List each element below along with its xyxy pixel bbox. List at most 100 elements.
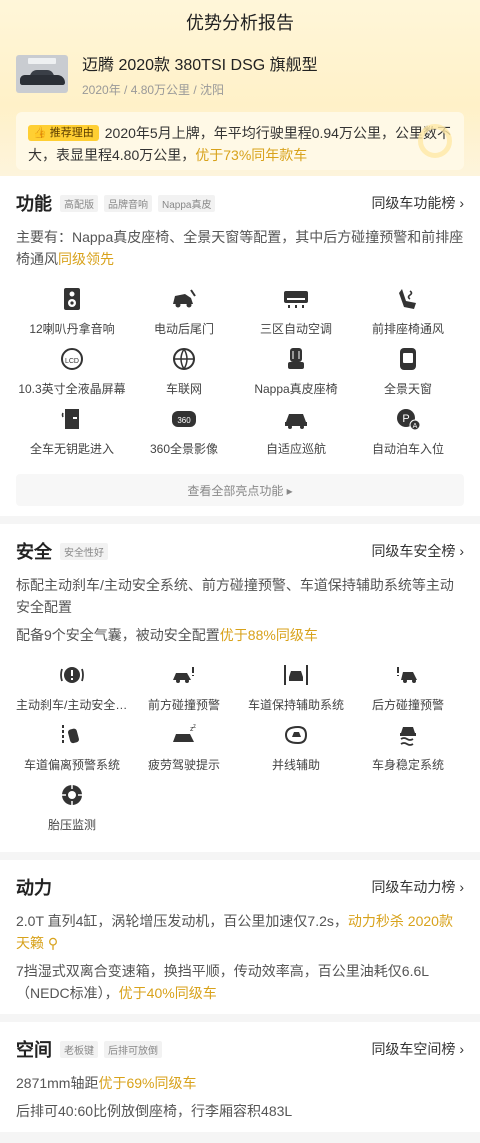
- features-rank-link[interactable]: 同级车功能榜 ›: [371, 193, 464, 213]
- active-brake-icon: [59, 662, 85, 688]
- safety-item-label: 并线辅助: [271, 758, 320, 772]
- safety-desc-active: 标配主动刹车/主动安全系统、前方碰撞预警、车道保持辅助系统等主动安全配置: [16, 577, 454, 615]
- features-tag: Nappa真皮: [158, 194, 216, 212]
- features-item-label: 自适应巡航: [265, 442, 326, 456]
- speaker-icon: [59, 286, 85, 312]
- features-item[interactable]: 360 360全景影像: [128, 406, 240, 466]
- power-desc-engine: 2.0T 直列4缸，涡轮增压发动机，百公里加速仅7.2s，动力秒杀 2020款天…: [16, 913, 453, 951]
- front-collision-icon: [171, 662, 197, 688]
- safety-item[interactable]: 后方碰撞预警: [352, 662, 464, 722]
- features-item[interactable]: 全景天窗: [352, 346, 464, 406]
- safety-item-label: 胎压监测: [47, 818, 96, 832]
- air-conditioner-icon: [283, 286, 309, 312]
- features-item[interactable]: 三区自动空调: [240, 286, 352, 346]
- safety-item[interactable]: 车身稳定系统: [352, 722, 464, 782]
- tailgate-icon: [171, 286, 197, 312]
- safety-item[interactable]: 并线辅助: [240, 722, 352, 782]
- camera-360-icon: 360: [171, 406, 197, 432]
- car-summary[interactable]: 迈腾 2020款 380TSI DSG 旗舰型 2020年 / 4.80万公里 …: [16, 48, 464, 100]
- safety-rank-link[interactable]: 同级车安全榜 ›: [371, 541, 464, 561]
- features-item-label: 全车无钥匙进入: [29, 442, 114, 456]
- lane-keep-icon: [283, 662, 309, 688]
- features-item-label: 车联网: [165, 382, 202, 396]
- safety-item[interactable]: z z 疲劳驾驶提示: [128, 722, 240, 782]
- lane-departure-icon: [59, 722, 85, 748]
- lcd-gauge-icon: LCD: [59, 346, 85, 372]
- car-name: 迈腾 2020款 380TSI DSG 旗舰型: [82, 56, 318, 74]
- features-tag: 高配版: [60, 194, 98, 212]
- svg-text:A: A: [413, 423, 418, 430]
- car-thumbnail[interactable]: [16, 55, 68, 93]
- space-tag: 后排可放倒: [104, 1040, 162, 1058]
- safety-grid: 主动刹车/主动安全系统 前方碰撞预警 车道保持辅助系统 后方碰撞预警车道偏离预警系统 z…: [16, 662, 464, 842]
- features-item[interactable]: LCD 10.3英寸全液晶屏幕: [16, 346, 128, 406]
- features-item-label: 电动后尾门: [153, 322, 214, 336]
- adaptive-cruise-icon: [283, 406, 309, 432]
- leather-seat-icon: [283, 346, 309, 372]
- power-section: 动力 同级车动力榜 › 2.0T 直列4缸，涡轮增压发动机，百公里加速仅7.2s…: [0, 860, 480, 1014]
- connected-car-icon: [171, 346, 197, 372]
- recommend-reason-card: 👍 推荐理由 2020年5月上牌，年平均行驶里程0.94万公里，公里数不大，表显里…: [16, 112, 464, 170]
- space-rank-link[interactable]: 同级车空间榜 ›: [371, 1039, 464, 1059]
- safety-section: 安全 安全性好 同级车安全榜 › 标配主动刹车/主动安全系统、前方碰撞预警、车道…: [0, 524, 480, 852]
- safety-title: 安全: [16, 542, 52, 562]
- safety-item[interactable]: 车道保持辅助系统: [240, 662, 352, 722]
- features-desc: 主要有：Nappa真皮座椅、全景天窗等配置，其中后方碰撞预警和前排座椅通风同级领…: [16, 229, 464, 267]
- space-section: 空间 老板键 后排可放倒 同级车空间榜 › 2871mm轴距优于69%同级车 后…: [0, 1022, 480, 1132]
- safety-item[interactable]: 前方碰撞预警: [128, 662, 240, 722]
- svg-text:360: 360: [177, 416, 191, 425]
- features-item[interactable]: 全车无钥匙进入: [16, 406, 128, 466]
- recommend-reason-tag: 👍 推荐理由: [28, 125, 99, 141]
- features-item-label: 12喇叭丹拿音响: [29, 322, 115, 336]
- features-title: 功能: [16, 194, 52, 214]
- features-item-label: 自动泊车入位: [371, 442, 444, 456]
- safety-item-label: 前方碰撞预警: [147, 698, 220, 712]
- safety-item-label: 后方碰撞预警: [371, 698, 444, 712]
- search-icon: ⚲: [44, 935, 59, 951]
- safety-item[interactable]: 车道偏离预警系统: [16, 722, 128, 782]
- power-rank-link[interactable]: 同级车动力榜 ›: [371, 877, 464, 897]
- features-item[interactable]: Nappa真皮座椅: [240, 346, 352, 406]
- recommend-reason-highlight: 优于73%同年款车: [195, 147, 308, 163]
- view-all-features-button[interactable]: 查看全部亮点功能 ▸: [16, 474, 464, 506]
- safety-item[interactable]: 胎压监测: [16, 782, 128, 842]
- features-item[interactable]: 车联网: [128, 346, 240, 406]
- safety-tag: 安全性好: [60, 542, 108, 560]
- features-grid: 12喇叭丹拿音响 电动后尾门 三区自动空调 前排座椅通风 LCD 10.3英寸全液晶屏幕 车…: [16, 286, 464, 466]
- features-item-label: Nappa真皮座椅: [254, 382, 338, 396]
- rear-collision-icon: [395, 662, 421, 688]
- safety-item-label: 车道偏离预警系统: [23, 758, 120, 772]
- car-meta: 2020年 / 4.80万公里 / 沈阳: [82, 82, 225, 97]
- sunroof-icon: [395, 346, 421, 372]
- features-item-label: 三区自动空调: [259, 322, 332, 336]
- svg-text:LCD: LCD: [65, 358, 79, 365]
- fatigue-icon: zz: [171, 722, 197, 748]
- stability-icon: [395, 722, 421, 748]
- svg-text:z: z: [193, 724, 196, 730]
- safety-item-label: 车道保持辅助系统: [247, 698, 344, 712]
- features-item-label: 前排座椅通风: [371, 322, 444, 336]
- features-item[interactable]: 自适应巡航: [240, 406, 352, 466]
- safety-item[interactable]: 主动刹车/主动安全系统: [16, 662, 128, 722]
- svg-text:P: P: [402, 413, 409, 425]
- features-item[interactable]: 前排座椅通风: [352, 286, 464, 346]
- space-desc-trunk: 后排可40:60比例放倒座椅，行李厢容积483L: [16, 1103, 293, 1119]
- power-title: 动力: [16, 878, 52, 898]
- blind-spot-icon: [283, 722, 309, 748]
- features-item[interactable]: 电动后尾门: [128, 286, 240, 346]
- safety-desc-passive: 配备9个安全气囊，被动安全配置优于88%同级车: [16, 627, 318, 643]
- features-item[interactable]: 12喇叭丹拿音响: [16, 286, 128, 346]
- safety-item-label: 主动刹车/主动安全系统: [16, 698, 128, 712]
- features-item-label: 全景天窗: [383, 382, 432, 396]
- report-header: 优势分析报告 迈腾 2020款 380TSI DSG 旗舰型 2020年 / 4…: [0, 0, 480, 176]
- space-tag: 老板键: [60, 1040, 98, 1058]
- safety-item-label: 车身稳定系统: [371, 758, 444, 772]
- features-tag: 品牌音响: [104, 194, 152, 212]
- features-item-label: 10.3英寸全液晶屏幕: [18, 382, 126, 396]
- features-item[interactable]: P A 自动泊车入位: [352, 406, 464, 466]
- space-desc-wheelbase: 2871mm轴距优于69%同级车: [16, 1075, 197, 1091]
- features-section: 功能 高配版 品牌音响 Nappa真皮 同级车功能榜 › 主要有：Nappa真皮…: [0, 176, 480, 516]
- auto-parking-icon: PA: [395, 406, 421, 432]
- safety-item-label: 疲劳驾驶提示: [147, 758, 220, 772]
- tire-pressure-icon: [59, 782, 85, 808]
